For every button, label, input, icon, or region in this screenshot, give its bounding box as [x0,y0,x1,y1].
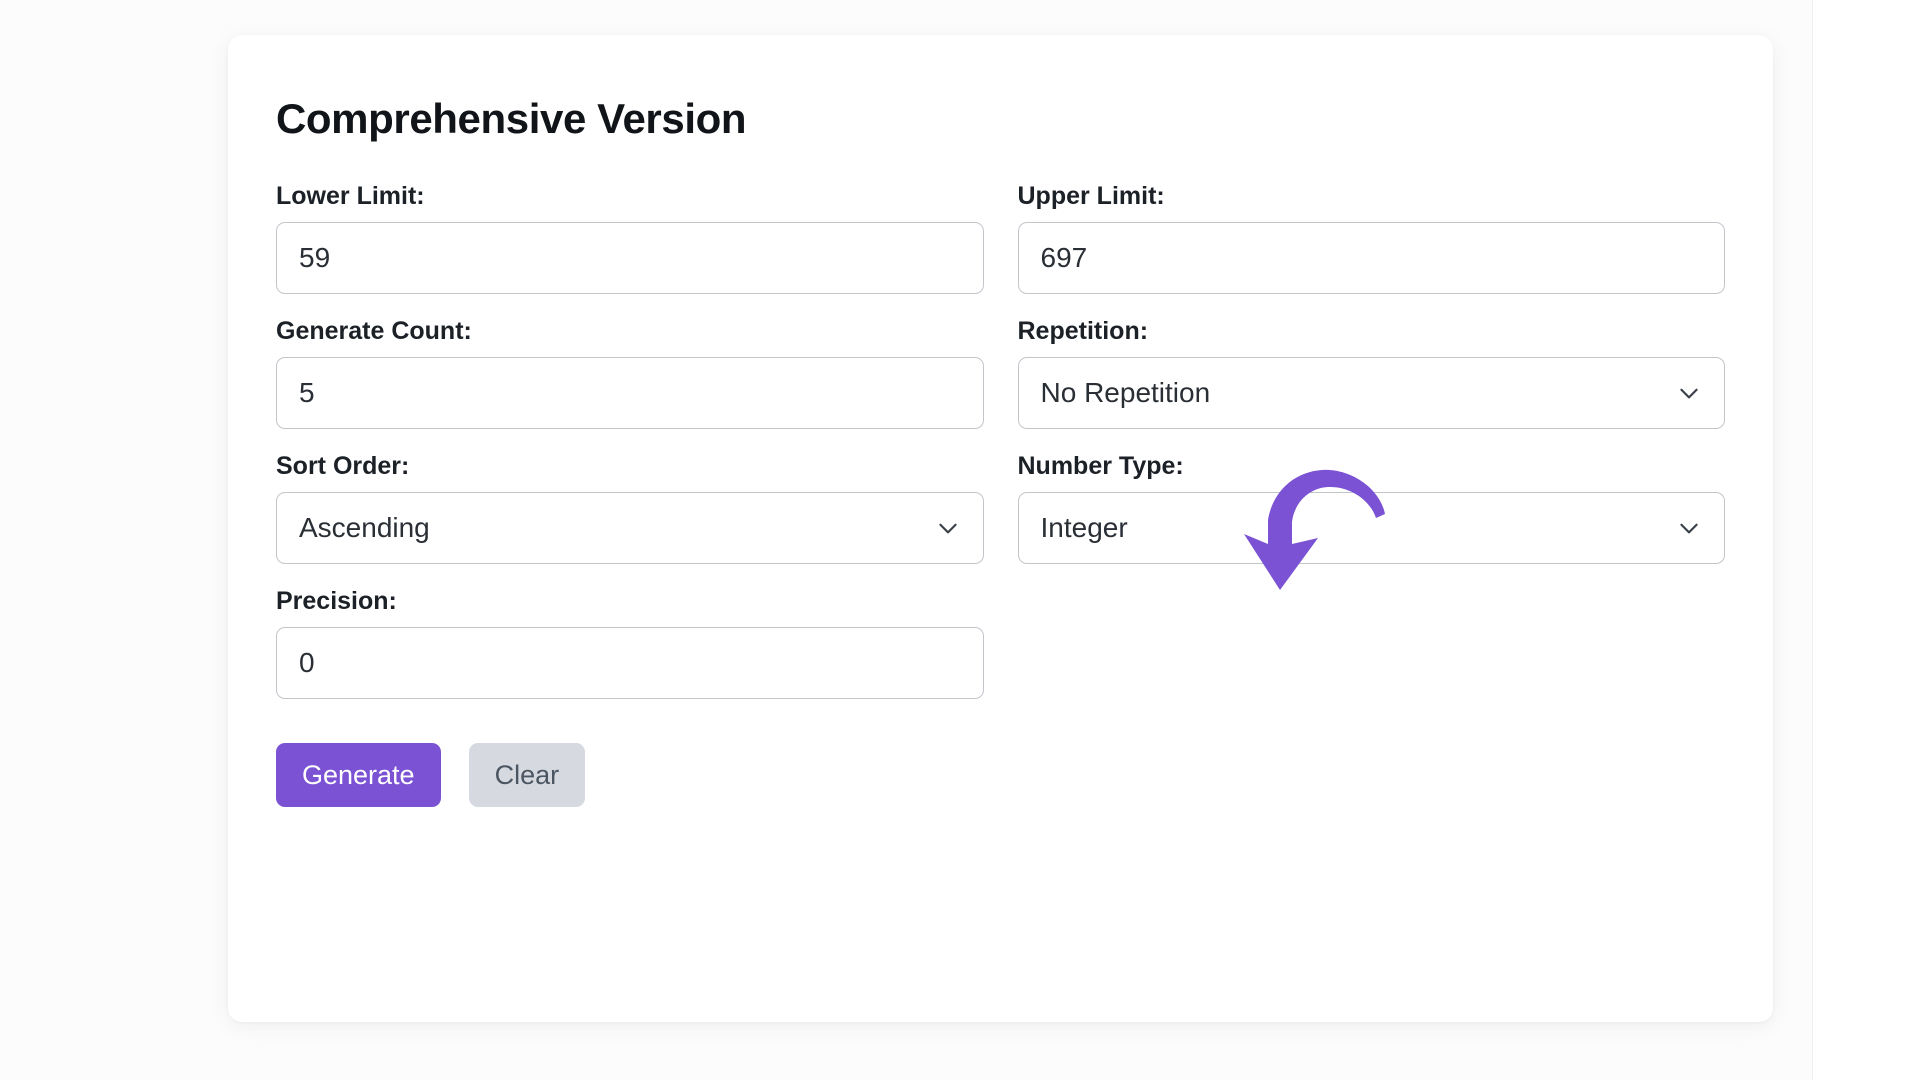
number-type-select[interactable]: Integer [1018,492,1726,564]
field-upper-limit: Upper Limit: 697 [1018,181,1726,294]
field-generate-count: Generate Count: 5 [276,316,984,429]
lower-limit-input[interactable]: 59 [276,222,984,294]
action-bar: Generate Clear [276,743,1725,807]
upper-limit-label: Upper Limit: [1018,181,1726,211]
generate-button[interactable]: Generate [276,743,441,807]
repetition-value: No Repetition [1041,379,1211,407]
chevron-down-icon[interactable] [935,515,961,541]
generator-card: Comprehensive Version Lower Limit: 59 Up… [228,35,1773,1022]
upper-limit-value: 697 [1041,244,1088,272]
generate-count-label: Generate Count: [276,316,984,346]
field-lower-limit: Lower Limit: 59 [276,181,984,294]
precision-value: 0 [299,649,315,677]
field-repetition: Repetition: No Repetition [1018,316,1726,429]
page-vertical-divider [1812,0,1813,1080]
field-sort-order: Sort Order: Ascending [276,451,984,564]
field-precision: Precision: 0 [276,586,984,699]
number-type-value: Integer [1041,514,1128,542]
generate-count-value: 5 [299,379,315,407]
generate-count-input[interactable]: 5 [276,357,984,429]
repetition-select[interactable]: No Repetition [1018,357,1726,429]
repetition-label: Repetition: [1018,316,1726,346]
clear-button[interactable]: Clear [469,743,586,807]
page-title: Comprehensive Version [276,97,1725,141]
form-grid: Lower Limit: 59 Upper Limit: 697 Generat… [276,181,1725,721]
chevron-down-icon[interactable] [1676,380,1702,406]
precision-label: Precision: [276,586,984,616]
precision-input[interactable]: 0 [276,627,984,699]
upper-limit-input[interactable]: 697 [1018,222,1726,294]
sort-order-label: Sort Order: [276,451,984,481]
sort-order-select[interactable]: Ascending [276,492,984,564]
number-type-label: Number Type: [1018,451,1726,481]
chevron-down-icon[interactable] [1676,515,1702,541]
lower-limit-label: Lower Limit: [276,181,984,211]
field-number-type: Number Type: Integer [1018,451,1726,564]
lower-limit-value: 59 [299,244,330,272]
sort-order-value: Ascending [299,514,430,542]
